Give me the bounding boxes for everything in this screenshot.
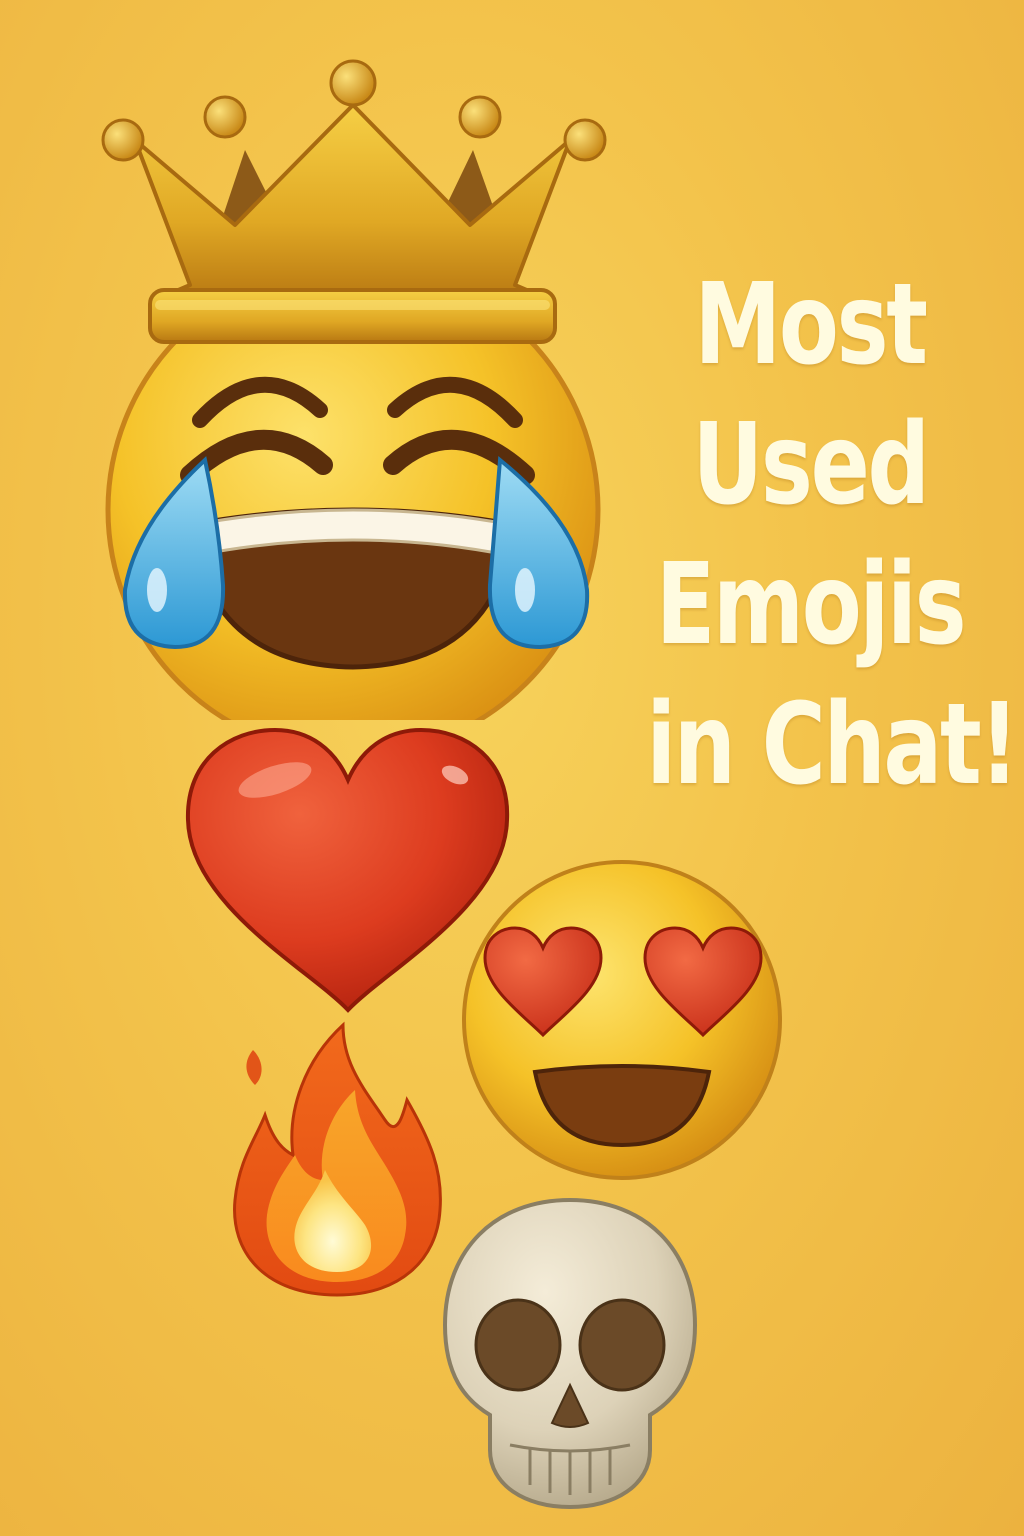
title-line-2: Used — [692, 400, 930, 530]
fire-icon — [233, 1021, 442, 1297]
title-line-1: Most — [694, 260, 928, 390]
emoji-poster: Most Used Emojis in Chat! — [0, 0, 1024, 1536]
smiling-face-with-heart-eyes-icon — [462, 860, 782, 1180]
title-line-4: in Chat! — [646, 680, 1019, 810]
crowned-face-with-tears-of-joy-icon — [101, 59, 607, 720]
title-line-3: Emojis — [655, 540, 967, 670]
poster-title: Most Used Emojis in Chat! — [646, 255, 1019, 815]
skull-icon — [442, 1197, 698, 1510]
